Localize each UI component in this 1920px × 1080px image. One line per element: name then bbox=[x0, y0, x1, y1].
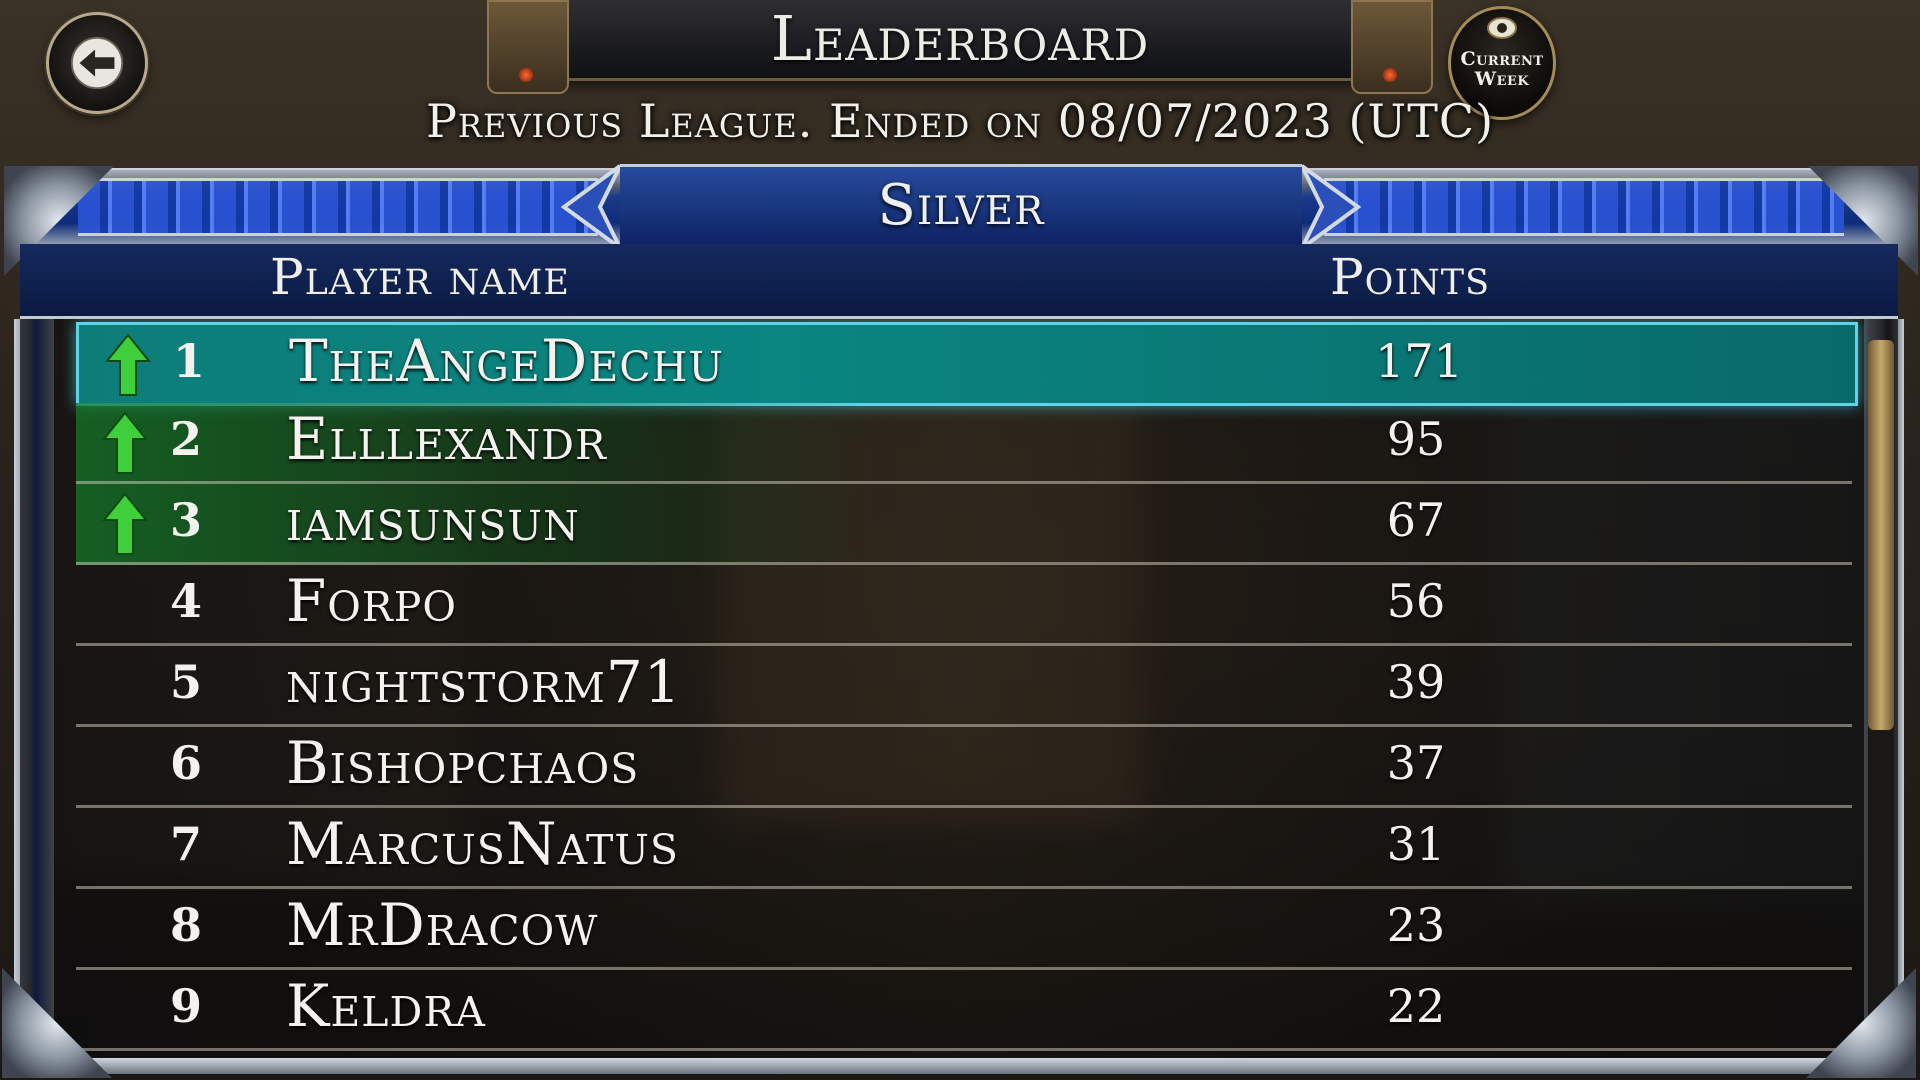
leaderboard-row[interactable]: 1 TheAngeDechu 171 bbox=[76, 322, 1858, 406]
player-name[interactable]: iamsunsun bbox=[286, 486, 580, 554]
rank-number: 7 bbox=[169, 817, 202, 871]
tier-label-plate: Silver bbox=[620, 164, 1302, 253]
page-title: Leaderboard bbox=[770, 2, 1150, 75]
player-points: 37 bbox=[1386, 736, 1446, 790]
leaderboard-row[interactable]: 5 nightstorm71 39 bbox=[76, 646, 1852, 727]
frame-bottom bbox=[6, 1058, 1912, 1074]
player-points: 31 bbox=[1386, 817, 1446, 871]
player-name[interactable]: nightstorm71 bbox=[286, 648, 682, 716]
leaderboard-row[interactable]: 7 MarcusNatus 31 bbox=[76, 808, 1852, 889]
tier-name: Silver bbox=[877, 173, 1045, 238]
player-points: 171 bbox=[1375, 334, 1463, 388]
game-screen: Leaderboard Current Week Previous League… bbox=[0, 0, 1920, 1080]
promotion-arrow-up-icon bbox=[105, 333, 151, 396]
player-points: 22 bbox=[1386, 979, 1446, 1033]
scrollbar-thumb[interactable] bbox=[1868, 340, 1894, 730]
tier-ornament-right bbox=[1324, 178, 1844, 236]
rank-number: 6 bbox=[169, 736, 202, 790]
player-name[interactable]: TheAngeDechu bbox=[289, 327, 724, 395]
leaderboard-row[interactable]: 9 Keldra 22 bbox=[76, 970, 1852, 1051]
player-points: 23 bbox=[1386, 898, 1446, 952]
player-points: 56 bbox=[1386, 574, 1446, 628]
column-header-player: Player name bbox=[270, 248, 570, 306]
player-points: 39 bbox=[1386, 655, 1446, 709]
leaderboard-row[interactable]: 3 iamsunsun 67 bbox=[76, 484, 1852, 565]
player-name[interactable]: MarcusNatus bbox=[286, 810, 679, 878]
tier-bar: Silver bbox=[4, 164, 1916, 276]
leaderboard-panel: Silver Player name Points 1 TheAngeDechu 1… bbox=[6, 164, 1912, 1074]
column-header-row: Player name Points bbox=[20, 244, 1898, 319]
player-name[interactable]: Bishopchaos bbox=[286, 729, 639, 797]
scrollbar[interactable] bbox=[1868, 340, 1894, 1040]
rank-number: 2 bbox=[169, 412, 202, 466]
column-header-points: Points bbox=[1330, 248, 1491, 306]
player-points: 67 bbox=[1386, 493, 1446, 547]
player-name[interactable]: MrDracow bbox=[286, 891, 598, 959]
diamond-ornament-left-icon bbox=[560, 164, 622, 250]
rank-number: 8 bbox=[169, 898, 202, 952]
diamond-ornament-right-icon bbox=[1300, 164, 1362, 250]
back-arrow-icon bbox=[70, 36, 124, 90]
leaderboard-list[interactable]: 1 TheAngeDechu 171 2 Elllexandr 95 3 iamsunsun 6… bbox=[20, 319, 1898, 1061]
current-week-label-line-1: Current bbox=[1460, 48, 1544, 70]
leaderboard-row[interactable]: 8 MrDracow 23 bbox=[76, 889, 1852, 970]
promotion-arrow-up-icon bbox=[102, 492, 148, 555]
leaderboard-row[interactable]: 4 Forpo 56 bbox=[76, 565, 1852, 646]
promotion-arrow-up-icon bbox=[102, 411, 148, 474]
rank-number: 1 bbox=[172, 334, 205, 388]
rank-number: 3 bbox=[169, 493, 202, 547]
rank-number: 9 bbox=[169, 979, 202, 1033]
leaderboard-row[interactable]: 2 Elllexandr 95 bbox=[76, 403, 1852, 484]
tier-ornament-left bbox=[78, 178, 598, 236]
current-week-label: Current Week bbox=[1451, 49, 1553, 89]
eye-icon bbox=[1487, 17, 1517, 39]
player-points: 95 bbox=[1386, 412, 1446, 466]
player-name[interactable]: Forpo bbox=[286, 567, 457, 635]
rank-number: 5 bbox=[169, 655, 202, 709]
player-name[interactable]: Keldra bbox=[286, 972, 486, 1040]
title-banner: Leaderboard bbox=[487, 0, 1433, 94]
current-week-label-line-2: Week bbox=[1474, 68, 1530, 90]
rank-number: 4 bbox=[169, 574, 202, 628]
league-subtitle: Previous League. Ended on 08/07/2023 (UT… bbox=[425, 94, 1495, 148]
player-name[interactable]: Elllexandr bbox=[286, 405, 607, 473]
leaderboard-row[interactable]: 6 Bishopchaos 37 bbox=[76, 727, 1852, 808]
